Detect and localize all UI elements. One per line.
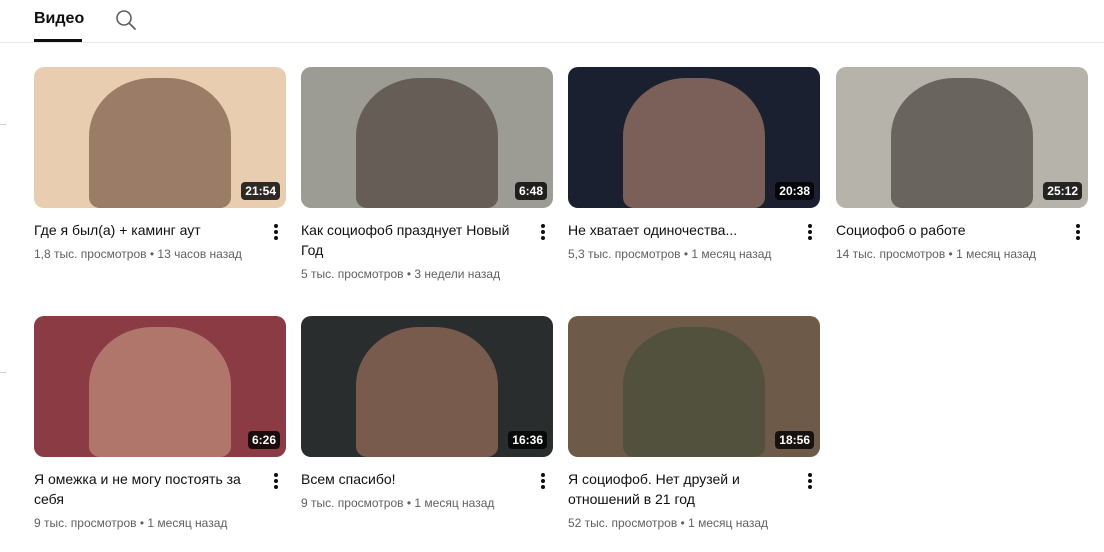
video-meta: 9 тыс. просмотров • 1 месяц назад — [34, 514, 227, 532]
tab-active-indicator — [34, 39, 82, 42]
thumbnail-figure — [356, 78, 498, 208]
upload-age: 1 месяц назад — [414, 496, 495, 510]
video-title[interactable]: Всем спасибо! — [301, 469, 517, 489]
upload-age: 13 часов назад — [157, 247, 242, 261]
video-card[interactable]: 25:12 Социофоб о работе 14 тыс. просмотр… — [836, 67, 1088, 261]
more-options-icon[interactable] — [537, 471, 549, 491]
video-meta: 14 тыс. просмотров • 1 месяц назад — [836, 245, 1036, 263]
video-title[interactable]: Я омежка и не могу постоять за себя — [34, 469, 250, 509]
thumbnail-figure — [891, 78, 1033, 208]
video-thumbnail[interactable]: 18:56 — [568, 316, 820, 457]
meta-separator: • — [136, 516, 148, 530]
video-card[interactable]: 21:54 Где я был(а) + каминг аут 1,8 тыс.… — [34, 67, 286, 261]
more-options-icon[interactable] — [537, 222, 549, 242]
thumbnail-figure — [623, 327, 765, 457]
video-thumbnail[interactable]: 21:54 — [34, 67, 286, 208]
duration-badge: 16:36 — [508, 431, 547, 449]
tab-videos[interactable]: Видео — [34, 0, 84, 42]
video-thumbnail[interactable]: 16:36 — [301, 316, 553, 457]
thumbnail-figure — [89, 327, 231, 457]
video-meta: 5,3 тыс. просмотров • 1 месяц назад — [568, 245, 771, 263]
upload-age: 1 месяц назад — [147, 516, 228, 530]
video-meta: 52 тыс. просмотров • 1 месяц назад — [568, 514, 768, 532]
video-card[interactable]: 18:56 Я социофоб. Нет друзей и отношений… — [568, 316, 820, 530]
meta-separator: • — [677, 516, 689, 530]
meta-separator: • — [680, 247, 692, 261]
duration-badge: 21:54 — [241, 182, 280, 200]
video-card[interactable]: 6:26 Я омежка и не могу постоять за себя… — [34, 316, 286, 530]
meta-separator: • — [403, 267, 415, 281]
more-options-icon[interactable] — [270, 222, 282, 242]
video-card[interactable]: 20:38 Не хватает одиночества... 5,3 тыс.… — [568, 67, 820, 261]
more-options-icon[interactable] — [270, 471, 282, 491]
view-count: 14 тыс. просмотров — [836, 247, 946, 261]
upload-age: 1 месяц назад — [956, 247, 1037, 261]
duration-badge: 18:56 — [775, 431, 814, 449]
video-card[interactable]: 6:48 Как социофоб празднует Новый Год 5 … — [301, 67, 553, 281]
meta-separator: • — [403, 496, 415, 510]
video-thumbnail[interactable]: 25:12 — [836, 67, 1088, 208]
video-title[interactable]: Где я был(а) + каминг аут — [34, 220, 250, 240]
more-options-icon[interactable] — [804, 222, 816, 242]
upload-age: 3 недели назад — [414, 267, 501, 281]
video-thumbnail[interactable]: 6:48 — [301, 67, 553, 208]
meta-separator: • — [146, 247, 158, 261]
duration-badge: 6:26 — [247, 431, 280, 449]
thumbnail-figure — [356, 327, 498, 457]
left-divider-mark — [0, 124, 6, 125]
view-count: 52 тыс. просмотров — [568, 516, 678, 530]
video-thumbnail[interactable]: 20:38 — [568, 67, 820, 208]
view-count: 9 тыс. просмотров — [34, 516, 137, 530]
video-title[interactable]: Не хватает одиночества... — [568, 220, 784, 240]
video-meta: 5 тыс. просмотров • 3 недели назад — [301, 265, 500, 283]
video-meta: 9 тыс. просмотров • 1 месяц назад — [301, 494, 494, 512]
search-icon[interactable] — [114, 8, 138, 32]
upload-age: 1 месяц назад — [688, 516, 769, 530]
video-title[interactable]: Социофоб о работе — [836, 220, 1052, 240]
view-count: 5 тыс. просмотров — [301, 267, 404, 281]
video-title[interactable]: Как социофоб празднует Новый Год — [301, 220, 517, 260]
view-count: 9 тыс. просмотров — [301, 496, 404, 510]
view-count: 5,3 тыс. просмотров — [568, 247, 681, 261]
channel-tabs: Видео — [0, 0, 1104, 43]
duration-badge: 20:38 — [775, 182, 814, 200]
video-meta: 1,8 тыс. просмотров • 13 часов назад — [34, 245, 242, 263]
thumbnail-figure — [623, 78, 765, 208]
video-title[interactable]: Я социофоб. Нет друзей и отношений в 21 … — [568, 469, 784, 509]
left-divider-mark — [0, 372, 6, 373]
duration-badge: 6:48 — [514, 182, 547, 200]
duration-badge: 25:12 — [1043, 182, 1082, 200]
thumbnail-figure — [89, 78, 231, 208]
video-thumbnail[interactable]: 6:26 — [34, 316, 286, 457]
video-card[interactable]: 16:36 Всем спасибо! 9 тыс. просмотров • … — [301, 316, 553, 510]
meta-separator: • — [945, 247, 957, 261]
view-count: 1,8 тыс. просмотров — [34, 247, 147, 261]
more-options-icon[interactable] — [804, 471, 816, 491]
more-options-icon[interactable] — [1072, 222, 1084, 242]
upload-age: 1 месяц назад — [691, 247, 772, 261]
